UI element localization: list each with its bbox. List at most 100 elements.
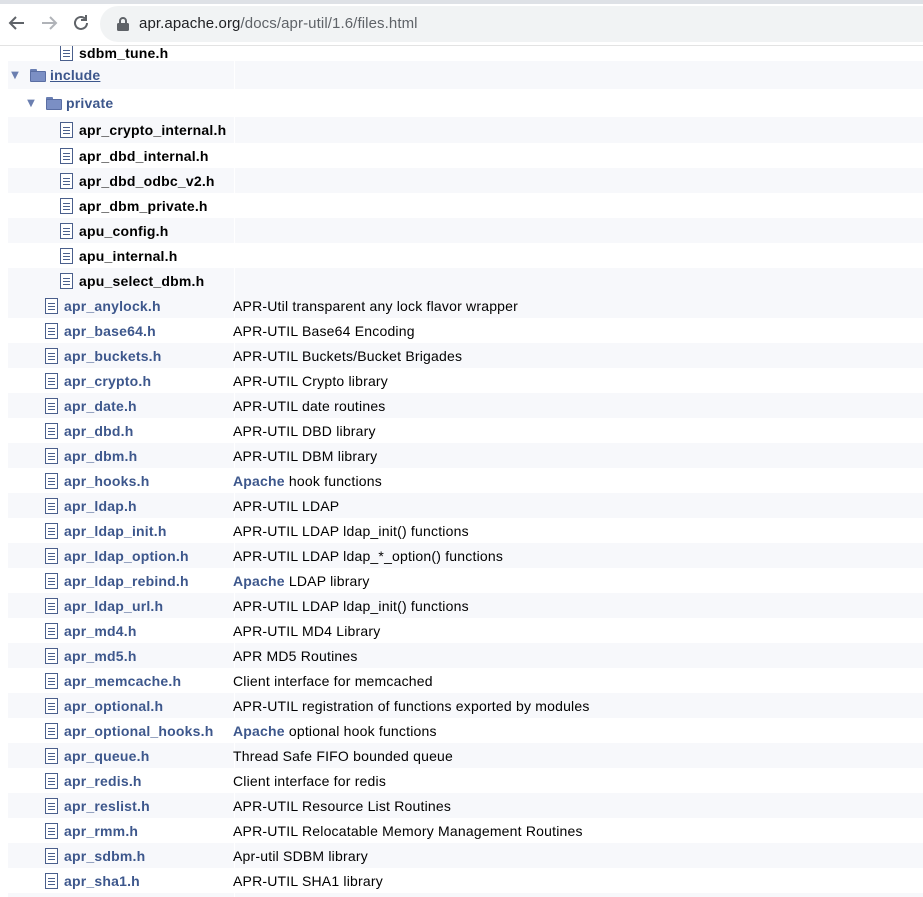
file-link[interactable]: apr_redis.h: [64, 773, 142, 789]
file-link[interactable]: apr_dbd_internal.h: [79, 148, 209, 164]
name-cell: apr_buckets.h: [45, 343, 162, 368]
file-link[interactable]: apr_reslist.h: [64, 798, 150, 814]
tab-strip-edge: [0, 0, 923, 4]
file-link[interactable]: apr_ldap_init.h: [64, 523, 167, 539]
file-link[interactable]: sdbm_tune.h: [79, 46, 168, 61]
file-icon: [45, 522, 58, 539]
file-link[interactable]: apr_optional.h: [64, 698, 163, 714]
description-text: Thread Safe FIFO bounded queue: [233, 747, 454, 764]
table-row: apr_optional_hooks.h Apache optional hook…: [8, 718, 923, 743]
file-link[interactable]: apr_buckets.h: [64, 348, 162, 364]
file-link[interactable]: apr_dbm_private.h: [79, 198, 208, 214]
folder-link-private[interactable]: private: [66, 95, 113, 111]
description-cell: APR-UTIL Base64 Encoding: [233, 318, 415, 343]
description-cell: Thread Safe FIFO bounded queue: [233, 743, 453, 768]
file-icon: [45, 422, 58, 439]
address-bar[interactable]: apr.apache.org/docs/apr-util/1.6/files.h…: [100, 6, 923, 42]
file-icon: [45, 372, 58, 389]
description-text: Client interface for redis: [233, 772, 387, 789]
file-icon: [45, 697, 58, 714]
description-link[interactable]: Apache: [233, 723, 285, 739]
description-text: APR-UTIL SHA1 library: [233, 872, 383, 889]
description-cell: APR-UTIL date routines: [233, 393, 386, 418]
file-icon: [45, 872, 58, 889]
name-cell: apr_dbd.h: [45, 418, 133, 443]
table-row: apr_ldap_url.h APR-UTIL LDAP ldap_init() …: [8, 593, 923, 618]
table-row: apr_sdbm.h Apr-util SDBM library: [8, 843, 923, 868]
file-link[interactable]: apr_md5.h: [64, 648, 137, 664]
file-link[interactable]: apr_crypto_internal.h: [79, 122, 226, 138]
description-cell: APR-UTIL LDAP ldap_init() functions: [233, 518, 469, 543]
table-row: apr_queue.h Thread Safe FIFO bounded queu…: [8, 743, 923, 768]
table-row: apr_anylock.h APR-Util transparent any lo…: [8, 293, 923, 318]
file-link[interactable]: apr_anylock.h: [64, 298, 161, 314]
file-link[interactable]: apr_base64.h: [64, 323, 156, 339]
name-cell: apr_base64.h: [45, 318, 156, 343]
table-row: apr_rmm.h APR-UTIL Relocatable Memory Man…: [8, 818, 923, 843]
name-cell: apr_sdbm.h: [45, 843, 145, 868]
forward-button[interactable]: [36, 10, 62, 36]
file-link[interactable]: apr_sdbm.h: [64, 848, 145, 864]
table-row: apr_dbm_private.h: [8, 193, 923, 218]
forward-arrow-icon: [42, 16, 58, 30]
table-row: apr_reslist.h APR-UTIL Resource List Rout…: [8, 793, 923, 818]
collapse-arrow-icon[interactable]: ▼: [26, 98, 36, 109]
description-cell: APR-UTIL MD4 Library: [233, 618, 380, 643]
file-link[interactable]: apr_ldap_option.h: [64, 548, 189, 564]
table-row: apr_md4.h APR-UTIL MD4 Library: [8, 618, 923, 643]
file-link[interactable]: apr_sha1.h: [64, 873, 140, 889]
name-cell: apr_memcache.h: [45, 668, 181, 693]
description-cell: APR-UTIL DBM library: [233, 443, 377, 468]
file-icon: [45, 797, 58, 814]
name-cell: apr_dbd_odbc_v2.h: [60, 168, 215, 193]
table-row: apr_dbd_internal.h: [8, 143, 923, 168]
name-cell: apr_crypto_internal.h: [60, 117, 226, 143]
file-link[interactable]: apr_hooks.h: [64, 473, 149, 489]
description-cell: APR-UTIL LDAP: [233, 493, 339, 518]
file-icon: [60, 122, 73, 138]
description-text: APR-UTIL Resource List Routines: [233, 797, 452, 814]
column-divider: [234, 893, 235, 897]
file-link[interactable]: apr_md4.h: [64, 623, 137, 639]
table-row: apr_optional.h APR-UTIL registration of f…: [8, 693, 923, 718]
file-icon: [45, 297, 58, 314]
reload-button[interactable]: [68, 10, 94, 36]
file-icon: [45, 397, 58, 414]
name-cell: apr_queue.h: [45, 743, 149, 768]
folder-link-include[interactable]: include: [50, 67, 100, 83]
collapse-arrow-icon[interactable]: ▼: [10, 70, 20, 81]
description-link[interactable]: Apache: [233, 473, 285, 489]
file-link[interactable]: apr_dbm.h: [64, 448, 137, 464]
column-divider: [234, 143, 235, 168]
file-link[interactable]: apr_rmm.h: [64, 823, 138, 839]
file-link[interactable]: apr_dbd.h: [64, 423, 133, 439]
description-text: LDAP library: [288, 572, 370, 589]
description-cell: APR-UTIL registration of functions expor…: [233, 693, 590, 718]
table-row: apr_date.h APR-UTIL date routines: [8, 393, 923, 418]
description-text: APR-UTIL MD4 Library: [233, 622, 381, 639]
reload-icon: [74, 15, 88, 30]
file-link[interactable]: apr_ldap_url.h: [64, 598, 163, 614]
file-link[interactable]: apr_queue.h: [64, 748, 149, 764]
name-cell: ▼ include: [10, 61, 100, 89]
file-link[interactable]: apu_select_dbm.h: [79, 273, 204, 289]
file-link[interactable]: apr_ldap.h: [64, 498, 137, 514]
file-link[interactable]: apr_optional_hooks.h: [64, 723, 213, 739]
file-link[interactable]: apu_config.h: [79, 223, 169, 239]
description-text: APR-UTIL DBD library: [233, 422, 376, 439]
file-link[interactable]: apr_ldap_rebind.h: [64, 573, 189, 589]
description-text: optional hook functions: [288, 722, 437, 739]
file-link[interactable]: apr_crypto.h: [64, 373, 151, 389]
description-cell: Apache optional hook functions: [233, 718, 437, 743]
name-cell: apr_dbm.h: [45, 443, 137, 468]
back-arrow-icon: [8, 16, 24, 30]
file-link[interactable]: apr_dbd_odbc_v2.h: [79, 173, 215, 189]
file-link[interactable]: apr_date.h: [64, 398, 137, 414]
file-link[interactable]: apr_memcache.h: [64, 673, 181, 689]
back-button[interactable]: [4, 10, 30, 36]
table-row: apu_internal.h: [8, 243, 923, 268]
description-link[interactable]: Apache: [233, 573, 285, 589]
column-divider: [234, 268, 235, 293]
file-link[interactable]: apu_internal.h: [79, 248, 177, 264]
file-icon: [45, 747, 58, 764]
